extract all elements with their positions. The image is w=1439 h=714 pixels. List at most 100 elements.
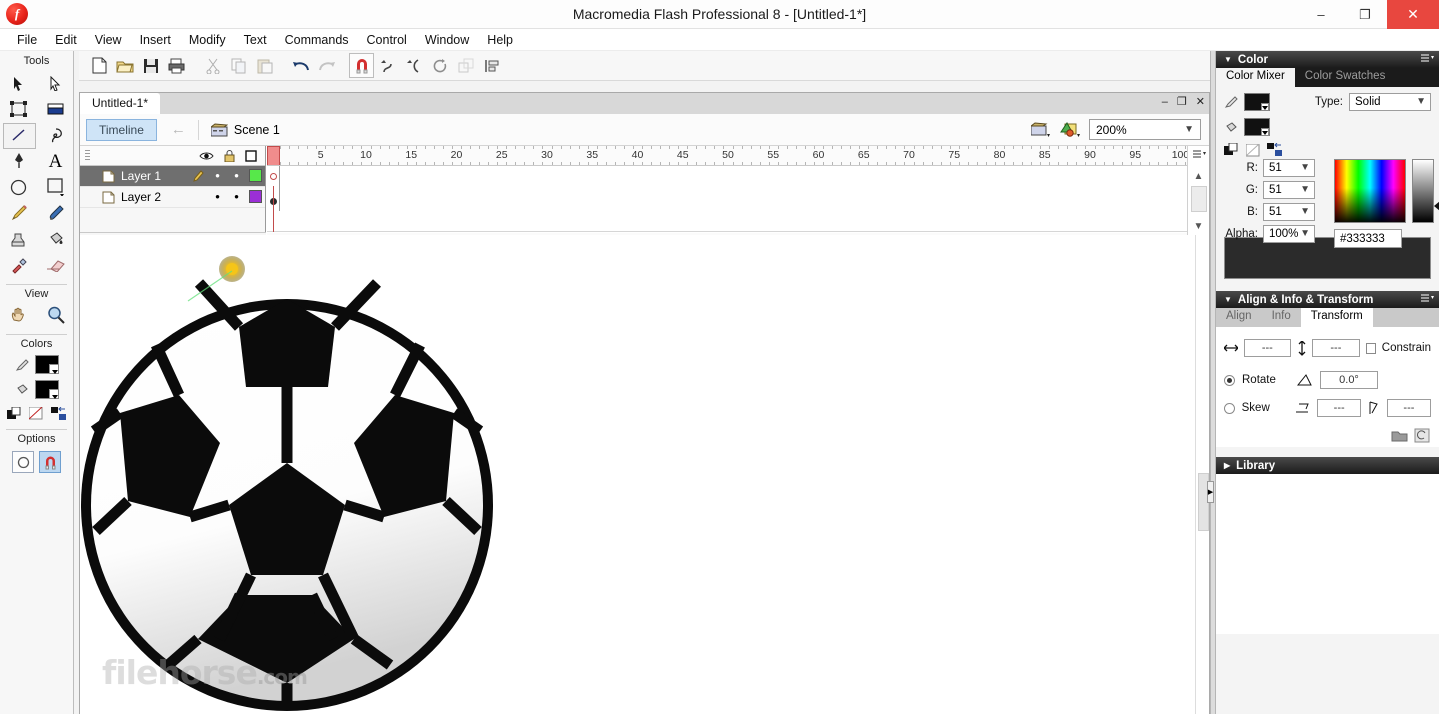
layer-visibility-toggle[interactable]: • [208,169,227,182]
menu-text[interactable]: Text [235,31,276,49]
open-file-icon[interactable] [113,54,137,78]
document-minimize-button[interactable]: – [1162,97,1168,108]
brightness-box[interactable] [1412,159,1434,223]
redo-icon[interactable] [315,54,339,78]
gradient-type-select[interactable]: Solid ▼ [1349,93,1431,111]
skew-radio[interactable] [1224,402,1235,414]
no-color-icon[interactable] [29,407,44,421]
menu-help[interactable]: Help [478,31,522,49]
scale-icon[interactable] [454,54,478,78]
alpha-input[interactable]: 100% ▼ [1263,225,1315,243]
undo-icon[interactable] [289,54,313,78]
hex-input[interactable]: #333333 [1334,229,1402,248]
mixer-stroke-swatch[interactable] [1244,93,1270,111]
gradient-transform-tool[interactable] [37,96,74,122]
oval-tool[interactable] [0,174,37,200]
tab-info[interactable]: Info [1262,308,1301,327]
frame-grid[interactable] [267,166,1187,232]
rotate-icon[interactable] [428,54,452,78]
stage-vertical-scrollbar[interactable] [1195,235,1209,714]
text-tool[interactable]: A [37,148,74,174]
timeline-ruler[interactable]: 5 10 15 20 25 30 35 40 45 50 55 60 65 70 75 80 85 90 95 100… [267,146,1187,166]
color-panel-header[interactable]: ▼ Color [1216,51,1439,68]
menu-window[interactable]: Window [416,31,478,49]
edit-scene-icon[interactable] [1031,121,1051,138]
menu-modify[interactable]: Modify [180,31,235,49]
layer-color-chip[interactable] [246,190,265,204]
swap-colors-icon[interactable] [1267,143,1283,157]
color-spectrum[interactable] [1334,159,1406,223]
zoom-tool[interactable] [37,302,74,328]
chevron-down-icon[interactable]: ▼ [1300,206,1310,217]
minimize-button[interactable]: – [1299,0,1343,29]
dock-resize-handle[interactable]: ▶ [1207,51,1216,714]
color-panel-menu-icon[interactable] [1420,53,1434,65]
eraser-tool[interactable] [37,252,74,278]
new-document-icon[interactable] [87,54,111,78]
layer-lock-toggle[interactable]: • [227,169,246,182]
paste-icon[interactable] [253,54,277,78]
pen-tool[interactable] [0,148,37,174]
maximize-button[interactable]: ❐ [1343,0,1387,29]
close-button[interactable]: ✕ [1387,0,1439,29]
outline-icon[interactable] [245,149,257,162]
timeline-scroll-thumb[interactable] [1191,186,1207,212]
tab-transform[interactable]: Transform [1300,308,1373,327]
menu-commands[interactable]: Commands [276,31,358,49]
panel-grip[interactable] [85,150,90,162]
layer-row[interactable]: Layer 1 • • [80,166,265,187]
zoom-level-select[interactable]: 200% ▼ [1089,119,1201,140]
blue-input[interactable]: 51 ▼ [1263,203,1315,221]
free-transform-tool[interactable] [0,96,37,122]
layer-color-chip[interactable] [246,169,265,183]
panel-expand-triangle-icon[interactable]: ▼ [1224,55,1232,64]
document-close-button[interactable]: ✕ [1196,97,1205,108]
snap-to-objects-option[interactable] [39,451,61,473]
reset-transform-icon[interactable] [1414,428,1431,443]
straighten-icon[interactable] [402,54,426,78]
black-and-white-icon[interactable] [1224,143,1239,157]
swap-colors-icon[interactable] [51,407,66,421]
copy-and-apply-transform-icon[interactable] [1391,428,1408,443]
tab-color-swatches[interactable]: Color Swatches [1295,68,1396,87]
no-color-icon[interactable] [1246,143,1260,157]
lock-icon[interactable] [224,149,235,162]
menu-view[interactable]: View [86,31,131,49]
subselection-tool[interactable] [37,70,74,96]
menu-control[interactable]: Control [358,31,416,49]
scroll-up-button[interactable]: ▲ [1188,168,1209,185]
document-restore-button[interactable]: ❐ [1177,97,1187,108]
snap-to-objects-icon[interactable] [349,53,374,78]
transform-panel-menu-icon[interactable] [1420,293,1434,305]
smooth-icon[interactable] [376,54,400,78]
spectrum-box[interactable] [1334,159,1406,223]
selection-tool[interactable] [0,70,37,96]
eyedropper-tool[interactable] [0,252,37,278]
soccer-ball-artwork[interactable] [80,235,1197,714]
dock-collapse-arrow-icon[interactable]: ▶ [1207,481,1214,503]
panel-collapse-triangle-icon[interactable]: ▶ [1224,461,1230,470]
timeline-panel-menu-icon[interactable] [1192,149,1206,161]
save-icon[interactable] [139,54,163,78]
chevron-down-icon[interactable]: ▼ [1300,228,1310,239]
rotate-angle-input[interactable]: 0.0° [1320,371,1378,389]
timeline-toggle-button[interactable]: Timeline [86,118,157,141]
transform-panel-header[interactable]: ▼ Align & Info & Transform [1216,291,1439,308]
lasso-tool[interactable] [37,122,74,148]
stroke-color-swatch[interactable] [34,355,59,374]
skew-vertical-input[interactable]: --- [1386,399,1432,417]
cut-icon[interactable] [201,54,225,78]
brightness-marker[interactable] [1434,201,1439,211]
document-tab[interactable]: Untitled-1* [80,93,161,114]
tab-color-mixer[interactable]: Color Mixer [1216,68,1295,87]
print-icon[interactable] [165,54,189,78]
transform-width-input[interactable]: --- [1243,339,1292,357]
library-panel-header[interactable]: ▶ Library [1216,457,1439,474]
chevron-down-icon[interactable]: ▼ [1300,162,1310,173]
eye-icon[interactable] [199,151,214,161]
rotate-radio[interactable] [1224,374,1235,386]
paint-bucket-tool[interactable] [37,226,74,252]
keyframe-empty[interactable] [270,173,277,180]
hand-tool[interactable] [0,302,37,328]
copy-icon[interactable] [227,54,251,78]
